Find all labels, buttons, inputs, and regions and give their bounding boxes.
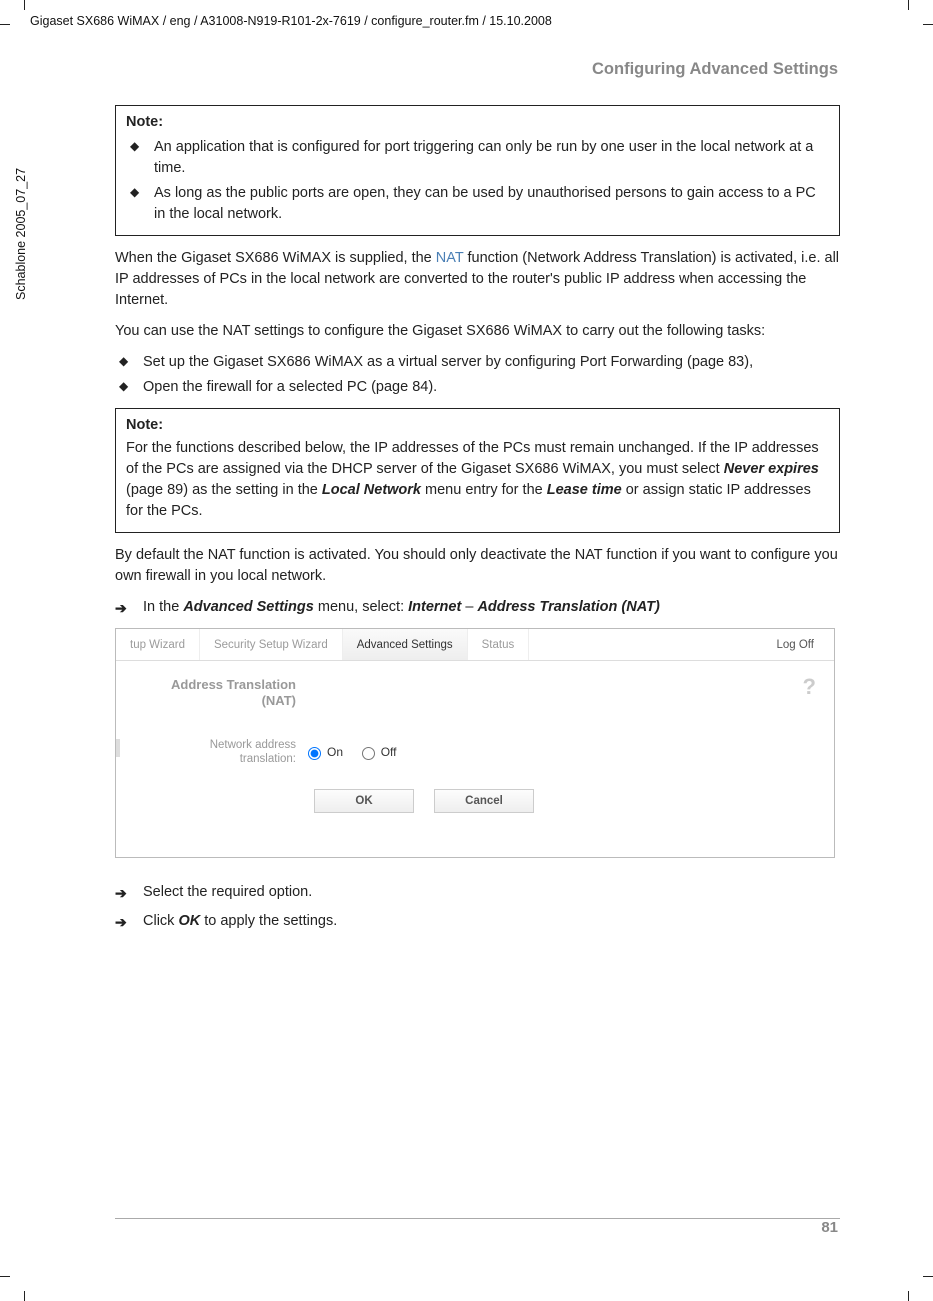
step-click-ok: Click OK to apply the settings. — [115, 911, 840, 932]
tab-bar: tup Wizard Security Setup Wizard Advance… — [116, 629, 834, 661]
nat-radio-group: On Off — [308, 744, 396, 761]
note1-bullet-1: An application that is configured for po… — [126, 137, 829, 179]
task-bullet-2: Open the firewall for a selected PC (pag… — [115, 377, 840, 398]
radio-off-label: Off — [381, 744, 397, 761]
note1-bullet-2: As long as the public ports are open, th… — [126, 183, 829, 225]
nat-radio-off[interactable] — [362, 747, 375, 760]
nat-glossary-link[interactable]: NAT — [436, 250, 464, 266]
nat-default-paragraph: By default the NAT function is activated… — [115, 545, 840, 587]
never-expires-term: Never expires — [724, 461, 819, 477]
local-network-term: Local Network — [322, 482, 421, 498]
internet-term: Internet — [408, 599, 461, 615]
ok-button[interactable]: OK — [314, 789, 414, 813]
text: menu entry for the — [421, 482, 547, 498]
tab-security-setup-wizard[interactable]: Security Setup Wizard — [200, 629, 343, 660]
text: menu, select: — [314, 599, 408, 615]
nat-label: Network address translation: — [156, 739, 296, 767]
nat-radio-on[interactable] — [308, 747, 321, 760]
note-box-2: Note: For the functions described below,… — [115, 408, 840, 533]
document-path: Gigaset SX686 WiMAX / eng / A31008-N919-… — [30, 12, 552, 30]
page-number: 81 — [821, 1217, 838, 1239]
text: When the Gigaset SX686 WiMAX is supplied… — [115, 250, 436, 266]
text: Click — [143, 913, 178, 929]
step-select-option: Select the required option. — [115, 882, 840, 903]
button-row: OK Cancel — [314, 789, 534, 813]
step-navigate: In the Advanced Settings menu, select: I… — [115, 597, 840, 618]
text: For the functions described below, the I… — [126, 440, 819, 477]
lease-time-term: Lease time — [547, 482, 622, 498]
help-icon[interactable]: ? — [803, 671, 816, 703]
nat-term: Address Translation (NAT) — [477, 599, 659, 615]
cancel-button[interactable]: Cancel — [434, 789, 534, 813]
radio-on-label: On — [327, 744, 343, 761]
ok-term: OK — [178, 913, 200, 929]
task-bullet-1: Set up the Gigaset SX686 WiMAX as a virt… — [115, 352, 840, 373]
text: (page 89) as the setting in the — [126, 482, 322, 498]
tab-status[interactable]: Status — [468, 629, 530, 660]
note-label: Note: — [126, 415, 829, 436]
footer-rule — [115, 1218, 840, 1219]
tab-advanced-settings[interactable]: Advanced Settings — [343, 629, 468, 660]
router-ui-screenshot: tup Wizard Security Setup Wizard Advance… — [115, 628, 835, 858]
note2-paragraph: For the functions described below, the I… — [126, 438, 829, 522]
text: – — [461, 599, 477, 615]
note-label: Note: — [126, 112, 829, 133]
nat-setting-row: Network address translation: On Off — [156, 739, 396, 767]
tasks-intro: You can use the NAT settings to configur… — [115, 321, 840, 342]
page-body: Note: An application that is configured … — [115, 105, 840, 940]
nat-intro-paragraph: When the Gigaset SX686 WiMAX is supplied… — [115, 248, 840, 311]
text: to apply the settings. — [200, 913, 337, 929]
sidebar-handle — [116, 739, 120, 757]
text: In the — [143, 599, 183, 615]
advanced-settings-term: Advanced Settings — [183, 599, 314, 615]
page-title: Address Translation (NAT) — [156, 677, 296, 708]
note-box-1: Note: An application that is configured … — [115, 105, 840, 236]
template-stamp: Schablone 2005_07_27 — [12, 168, 30, 300]
tab-setup-wizard[interactable]: tup Wizard — [116, 629, 200, 660]
section-heading: Configuring Advanced Settings — [592, 58, 838, 82]
logoff-link[interactable]: Log Off — [776, 637, 814, 654]
